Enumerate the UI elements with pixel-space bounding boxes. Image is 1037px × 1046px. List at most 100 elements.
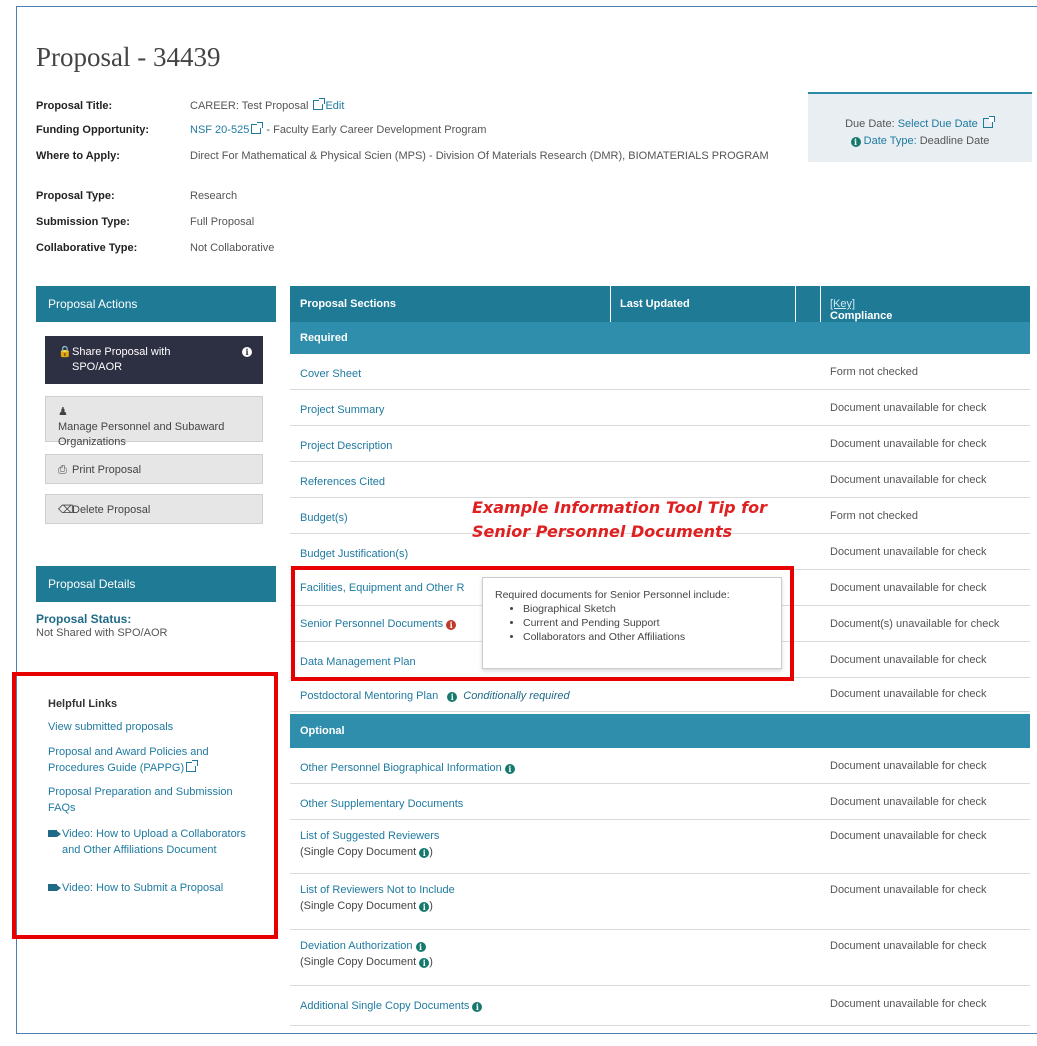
- table-row: Deviation Authorization i (Single Copy D…: [290, 930, 1030, 986]
- meta-label-type: Proposal Type:: [36, 190, 115, 202]
- section-cell: List of Suggested Reviewers (Single Copy…: [300, 828, 439, 860]
- section-link[interactable]: Other Personnel Biographical Information: [300, 762, 502, 774]
- compliance-status: Document unavailable for check: [830, 688, 987, 700]
- compliance-status: Document unavailable for check: [830, 654, 987, 666]
- table-row: Other Personnel Biographical Information…: [290, 748, 1030, 784]
- single-copy-label: (Single Copy Document: [300, 956, 417, 968]
- info-icon[interactable]: i: [242, 347, 252, 357]
- faqs-link[interactable]: Proposal Preparation and Submission FAQs: [48, 784, 263, 816]
- compliance-status: Document unavailable for check: [830, 474, 987, 486]
- select-due-date-link[interactable]: Select Due Date: [898, 118, 978, 130]
- meta-value-where: Direct For Mathematical & Physical Scien…: [190, 150, 769, 162]
- section-link[interactable]: Postdoctoral Mentoring Plan: [300, 690, 438, 702]
- info-icon[interactable]: i: [419, 848, 430, 858]
- tooltip-highlight-box: [291, 566, 794, 681]
- table-header: Proposal Sections Last Updated Complianc…: [290, 286, 1030, 334]
- compliance-status: Document unavailable for check: [830, 402, 987, 414]
- meta-value-title: CAREER: Test Proposal Edit: [190, 98, 344, 114]
- section-link[interactable]: Additional Single Copy Documents: [300, 1000, 469, 1012]
- section-link[interactable]: Project Summary: [300, 402, 384, 418]
- date-type-label[interactable]: Date Type:: [864, 135, 917, 147]
- delete-label: Delete Proposal: [72, 504, 151, 516]
- optional-section-header: Optional: [290, 714, 1030, 748]
- header-divider: [610, 286, 611, 322]
- compliance-status: Document unavailable for check: [830, 884, 987, 896]
- helpful-links-title: Helpful Links: [48, 698, 118, 710]
- section-link[interactable]: References Cited: [300, 474, 385, 490]
- funding-link[interactable]: NSF 20-525: [190, 124, 249, 136]
- required-section-header: Required: [290, 322, 1030, 354]
- header-divider: [820, 286, 821, 322]
- video-submit-link[interactable]: Video: How to Submit a Proposal: [62, 882, 223, 894]
- table-row: Postdoctoral Mentoring Plan i Conditional…: [290, 678, 1030, 712]
- date-type-value: Deadline Date: [919, 135, 990, 147]
- proposal-title-text: CAREER: Test Proposal: [190, 100, 309, 112]
- info-icon[interactable]: i: [419, 958, 430, 968]
- edit-icon[interactable]: [313, 98, 326, 110]
- compliance-status: Document unavailable for check: [830, 582, 987, 594]
- meta-value-type: Research: [190, 190, 238, 202]
- view-submitted-link[interactable]: View submitted proposals: [48, 719, 263, 735]
- section-link[interactable]: Budget Justification(s): [300, 546, 408, 562]
- edit-icon[interactable]: [982, 116, 995, 128]
- section-link[interactable]: Budget(s): [300, 510, 348, 526]
- section-link[interactable]: Other Supplementary Documents: [300, 796, 463, 812]
- single-copy-note: (Single Copy Document i): [300, 956, 433, 968]
- compliance-status: Document unavailable for check: [830, 998, 987, 1010]
- single-copy-note: (Single Copy Document i): [300, 846, 433, 858]
- header-updated: Last Updated: [620, 298, 690, 310]
- table-row: References Cited Document unavailable fo…: [290, 462, 1030, 498]
- annotation-line: Senior Personnel Documents: [472, 522, 733, 541]
- edit-link[interactable]: Edit: [325, 100, 344, 112]
- meta-label-where: Where to Apply:: [36, 150, 120, 162]
- meta-label-submission: Submission Type:: [36, 216, 130, 228]
- external-link-icon[interactable]: [251, 122, 264, 134]
- video-icon: [48, 884, 61, 891]
- lock-icon: 🔒: [58, 346, 72, 358]
- meta-value-funding: NSF 20-525 - Faculty Early Career Develo…: [190, 122, 486, 138]
- key-link[interactable]: [Key]: [830, 298, 855, 310]
- section-link[interactable]: List of Reviewers Not to Include: [300, 884, 455, 896]
- info-icon[interactable]: i: [472, 1002, 483, 1012]
- video-upload-wrap: Video: How to Upload a Collaborators and…: [48, 826, 263, 858]
- section-link[interactable]: Project Description: [300, 438, 392, 454]
- date-type-line: i Date Type: Deadline Date: [808, 133, 1032, 150]
- section-cell: Other Personnel Biographical Information…: [300, 760, 515, 776]
- share-label: Share Proposal with SPO/AOR: [72, 346, 171, 373]
- table-row: Additional Single Copy Documents i Docum…: [290, 986, 1030, 1026]
- delete-proposal-button[interactable]: ⌫Delete Proposal: [45, 494, 263, 524]
- pappg-link[interactable]: Proposal and Award Policies and Procedur…: [48, 746, 209, 774]
- header-divider: [795, 286, 796, 322]
- manage-personnel-button[interactable]: ♟ Manage Personnel and Subaward Organizat…: [45, 396, 263, 448]
- pappg-link-wrap: Proposal and Award Policies and Procedur…: [48, 744, 263, 776]
- users-icon: ♟: [58, 406, 68, 418]
- info-icon[interactable]: i: [419, 902, 430, 912]
- info-icon[interactable]: i: [447, 692, 458, 702]
- info-icon[interactable]: i: [504, 764, 515, 774]
- info-icon[interactable]: i: [415, 942, 426, 952]
- video-upload-link[interactable]: Video: How to Upload a Collaborators and…: [62, 828, 246, 856]
- proposal-details-header: Proposal Details: [36, 566, 276, 602]
- print-label: Print Proposal: [72, 464, 142, 476]
- trash-icon: ⌫: [58, 504, 74, 516]
- section-link[interactable]: Deviation Authorization: [300, 940, 413, 952]
- table-row: Other Supplementary Documents Document u…: [290, 784, 1030, 820]
- table-row: List of Reviewers Not to Include (Single…: [290, 874, 1030, 930]
- table-row: Project Summary Document unavailable for…: [290, 390, 1030, 426]
- external-link-icon[interactable]: [186, 760, 199, 772]
- due-date-line: Due Date: Select Due Date: [808, 116, 1032, 133]
- helpful-links-box: Helpful Links View submitted proposals P…: [12, 672, 278, 939]
- due-date-box: Due Date: Select Due Date i Date Type: D…: [808, 92, 1032, 162]
- single-copy-label: (Single Copy Document: [300, 900, 417, 912]
- section-link[interactable]: Cover Sheet: [300, 366, 361, 382]
- compliance-status: Document unavailable for check: [830, 438, 987, 450]
- compliance-status: Document unavailable for check: [830, 546, 987, 558]
- compliance-status: Document(s) unavailable for check: [830, 618, 1000, 630]
- section-link[interactable]: List of Suggested Reviewers: [300, 830, 439, 842]
- funding-desc: - Faculty Early Career Development Progr…: [266, 124, 487, 136]
- share-proposal-button[interactable]: 🔒Share Proposal with SPO/AOR i: [45, 336, 263, 384]
- info-icon[interactable]: i: [850, 137, 861, 147]
- print-proposal-button[interactable]: ⎙ Print Proposal: [45, 454, 263, 484]
- section-cell: Additional Single Copy Documents i: [300, 998, 483, 1014]
- proposal-actions-header: Proposal Actions: [36, 286, 276, 322]
